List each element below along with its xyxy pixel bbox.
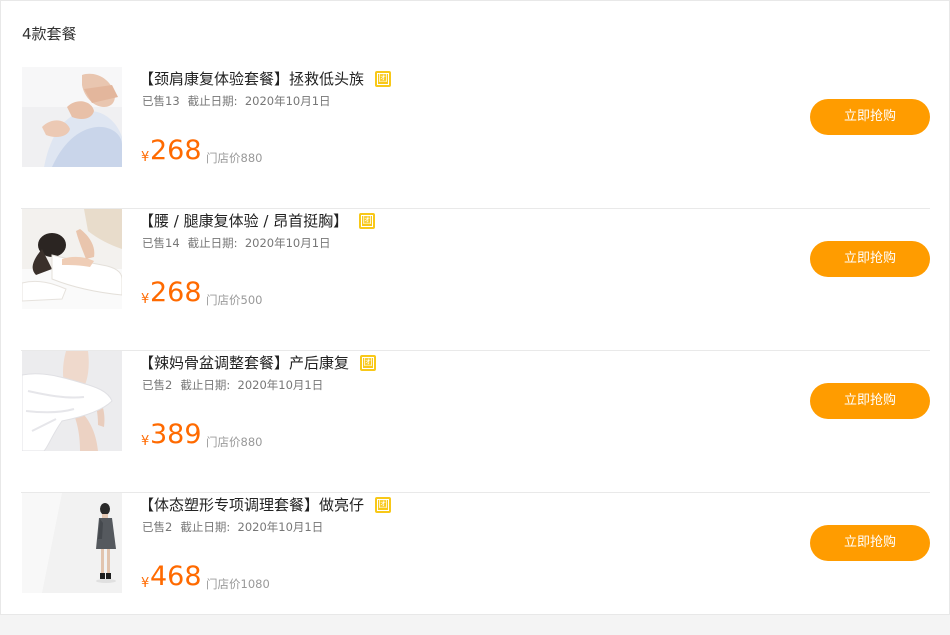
sold-count: 已售2 (142, 378, 173, 392)
store-price: 门店价500 (206, 293, 263, 307)
group-buy-badge-text: 团 (377, 499, 390, 511)
group-buy-badge-icon: 团 (359, 213, 376, 229)
package-count-title: 4款套餐 (22, 25, 77, 43)
package-meta: 已售14 截止日期: 2020年10月1日 (142, 235, 331, 251)
package-list-panel: 4款套餐 【颈肩康复体验套餐】拯救低头族 团 已售13 截止日期: 2020年10… (0, 0, 950, 615)
package-title-row: 【辣妈骨盆调整套餐】产后康复 团 (139, 352, 377, 374)
package-price: 468 (150, 561, 202, 592)
package-item: 【颈肩康复体验套餐】拯救低头族 团 已售13 截止日期: 2020年10月1日 ¥… (21, 67, 930, 209)
deadline-date: 2020年10月1日 (237, 520, 324, 534)
currency-symbol: ¥ (141, 292, 150, 307)
package-image[interactable] (22, 493, 122, 593)
package-title-row: 【颈肩康复体验套餐】拯救低头族 团 (139, 68, 392, 90)
group-buy-badge-icon: 团 (375, 71, 392, 87)
package-image[interactable] (22, 351, 122, 451)
package-image[interactable] (22, 209, 122, 309)
deadline-label: 截止日期: (180, 520, 231, 534)
package-price: 389 (150, 419, 202, 450)
sold-count: 已售2 (142, 520, 173, 534)
package-name[interactable]: 【腰 / 腿康复体验 / 昂首挺胸】 (139, 210, 348, 232)
buy-now-button[interactable]: 立即抢购 (810, 241, 930, 277)
currency-symbol: ¥ (141, 150, 150, 165)
sold-count: 已售13 (142, 94, 180, 108)
package-price: 268 (150, 277, 202, 308)
group-buy-badge-text: 团 (377, 73, 390, 85)
package-meta: 已售13 截止日期: 2020年10月1日 (142, 93, 331, 109)
package-title-row: 【腰 / 腿康复体验 / 昂首挺胸】 团 (139, 210, 376, 232)
buy-now-button[interactable]: 立即抢购 (810, 99, 930, 135)
package-item: 【腰 / 腿康复体验 / 昂首挺胸】 团 已售14 截止日期: 2020年10月1… (21, 209, 930, 351)
package-item: 【体态塑形专项调理套餐】做亮仔 团 已售2 截止日期: 2020年10月1日 ¥ … (21, 493, 930, 635)
deadline-label: 截止日期: (187, 94, 238, 108)
package-meta: 已售2 截止日期: 2020年10月1日 (142, 377, 323, 393)
currency-symbol: ¥ (141, 434, 150, 449)
package-item: 【辣妈骨盆调整套餐】产后康复 团 已售2 截止日期: 2020年10月1日 ¥ 3… (21, 351, 930, 493)
deadline-label: 截止日期: (180, 378, 231, 392)
deadline-date: 2020年10月1日 (237, 378, 324, 392)
group-buy-badge-text: 团 (361, 215, 374, 227)
package-image[interactable] (22, 67, 122, 167)
store-price: 门店价880 (206, 151, 263, 165)
package-meta: 已售2 截止日期: 2020年10月1日 (142, 519, 323, 535)
buy-now-button[interactable]: 立即抢购 (810, 525, 930, 561)
deadline-date: 2020年10月1日 (244, 94, 331, 108)
deadline-label: 截止日期: (187, 236, 238, 250)
package-title-row: 【体态塑形专项调理套餐】做亮仔 团 (139, 494, 392, 516)
group-buy-badge-icon: 团 (360, 355, 377, 371)
deadline-date: 2020年10月1日 (244, 236, 331, 250)
currency-symbol: ¥ (141, 576, 150, 591)
store-price: 门店价1080 (206, 577, 270, 591)
group-buy-badge-icon: 团 (375, 497, 392, 513)
group-buy-badge-text: 团 (362, 357, 375, 369)
store-price: 门店价880 (206, 435, 263, 449)
package-name[interactable]: 【颈肩康复体验套餐】拯救低头族 (139, 68, 364, 90)
package-name[interactable]: 【体态塑形专项调理套餐】做亮仔 (139, 494, 364, 516)
sold-count: 已售14 (142, 236, 180, 250)
package-name[interactable]: 【辣妈骨盆调整套餐】产后康复 (139, 352, 349, 374)
buy-now-button[interactable]: 立即抢购 (810, 383, 930, 419)
package-price: 268 (150, 135, 202, 166)
